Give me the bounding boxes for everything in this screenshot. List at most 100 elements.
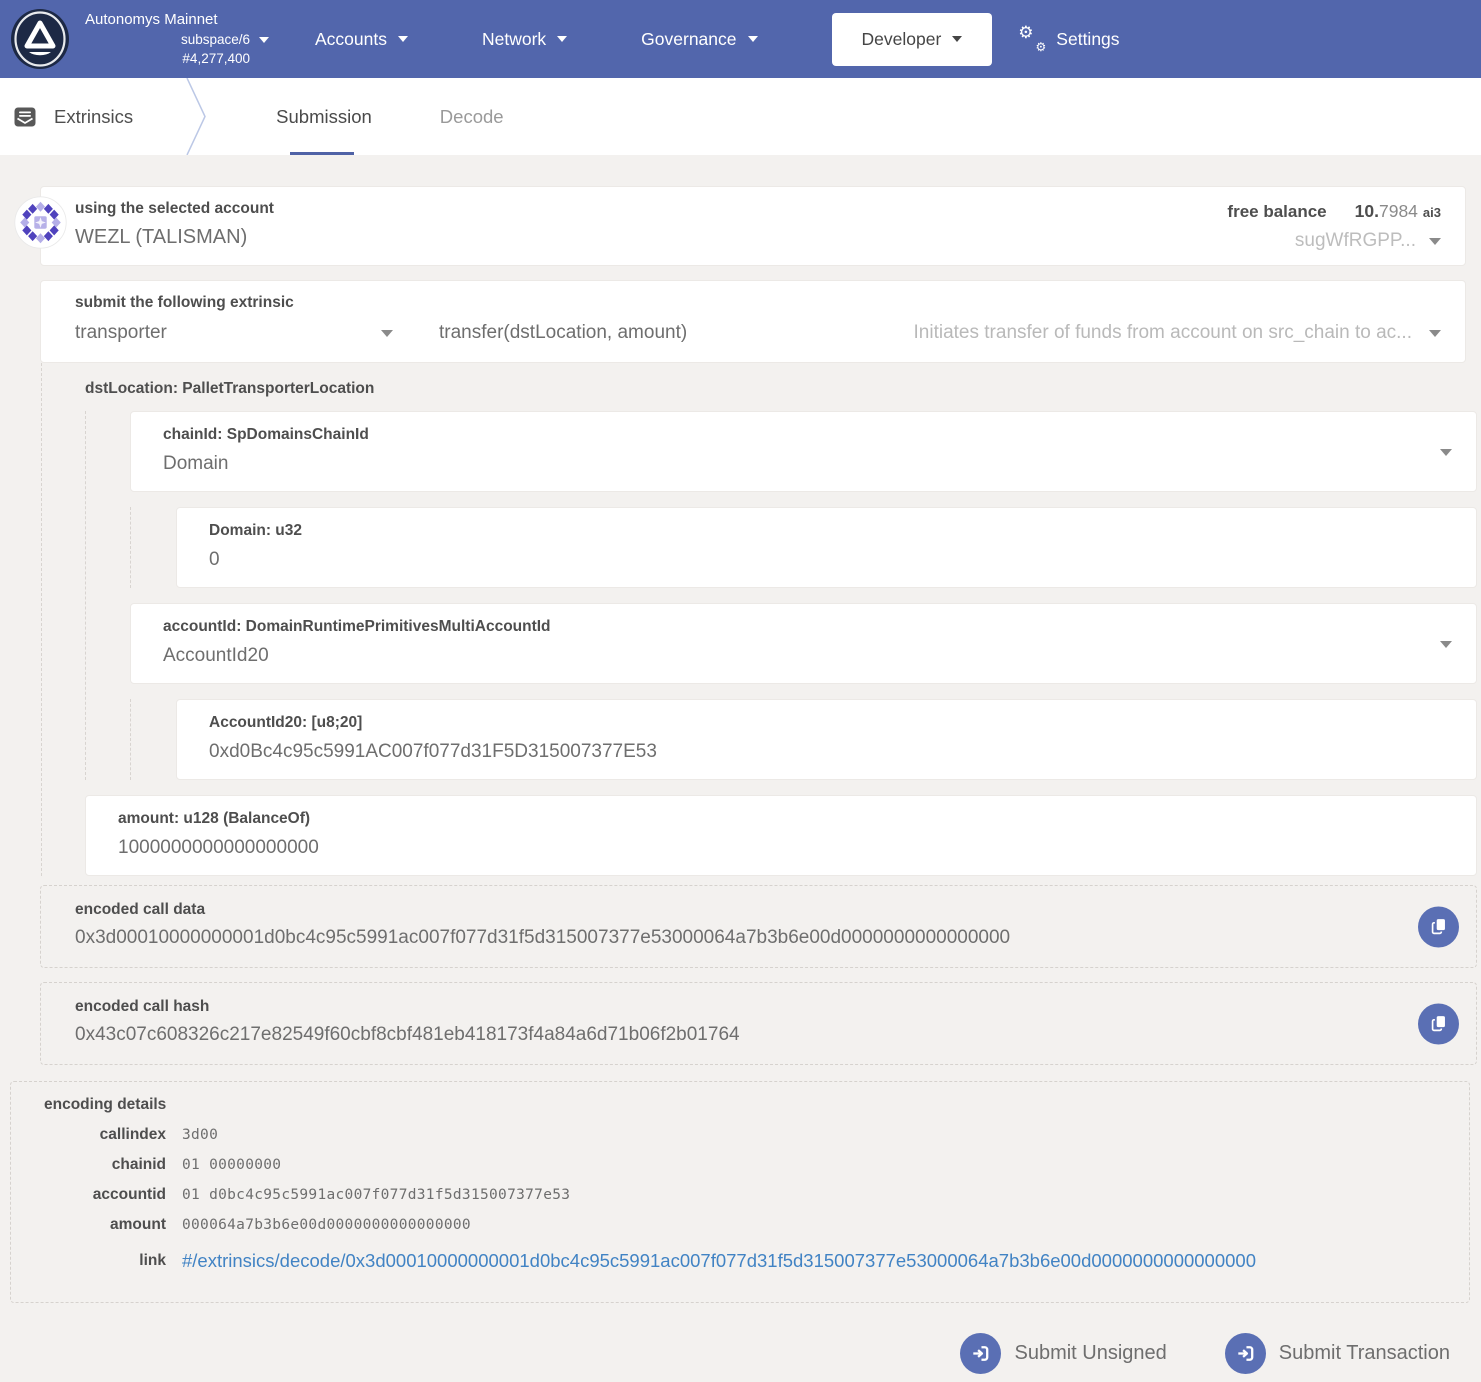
autonomys-logo-icon[interactable] (10, 8, 70, 70)
tab-submission-label: Submission (276, 106, 372, 128)
encoding-key: amount (21, 1216, 166, 1234)
param-domain-label: Domain: u32 (209, 522, 1444, 540)
account-address-short: sugWfRGPP... (1295, 230, 1416, 252)
method-description: Initiates transfer of funds from account… (914, 322, 1412, 344)
section-head: Extrinsics (13, 78, 133, 155)
balance-unit: ai3 (1423, 205, 1441, 220)
params-tree: dstLocation: PalletTransporterLocation c… (41, 363, 1477, 876)
chain-spec-selector[interactable]: subspace/6 (85, 31, 269, 49)
page-tabbar: Extrinsics Submission Decode (0, 78, 1481, 155)
submit-unsigned-button[interactable]: Submit Unsigned (960, 1333, 1166, 1374)
encoded-call-data-label: encoded call data (75, 901, 1396, 919)
method-description-select[interactable]: Initiates transfer of funds from account… (914, 322, 1441, 344)
encoding-row-link: link #/extrinsics/decode/0x3d00010000000… (21, 1250, 1449, 1272)
tab-decode[interactable]: Decode (437, 78, 507, 155)
encoded-call-data-value: 0x3d00010000000001d0bc4c95c5991ac007f077… (75, 927, 1396, 949)
network-title-block: Autonomys Mainnet subspace/6 #4,277,400 (85, 11, 269, 68)
sign-in-icon (960, 1333, 1001, 1374)
nav-network-label: Network (482, 29, 546, 50)
chevron-down-icon (1429, 330, 1441, 337)
nav-settings[interactable]: ⚙⚙ Settings (1018, 26, 1119, 52)
nav-governance[interactable]: Governance (641, 29, 757, 50)
param-amount-input[interactable]: amount: u128 (BalanceOf) 100000000000000… (85, 795, 1477, 876)
method-select[interactable]: transfer(dstLocation, amount) (439, 322, 687, 344)
encoding-details-label: encoding details (44, 1094, 1449, 1114)
param-chainid-label: chainId: SpDomainsChainId (163, 426, 1444, 444)
param-domain-value[interactable]: 0 (209, 549, 1444, 571)
decode-link[interactable]: #/extrinsics/decode/0x3d00010000000001d0… (182, 1250, 1256, 1272)
extrinsic-select-card: submit the following extrinsic transport… (40, 280, 1466, 363)
balance-fraction: 7984 (1379, 201, 1418, 222)
nav-accounts-label: Accounts (315, 29, 387, 50)
breadcrumb-chevron-icon (185, 78, 209, 155)
main-nav: Accounts Network Governance Developer ⚙⚙… (315, 13, 1120, 66)
network-name: Autonomys Mainnet (85, 11, 269, 29)
copy-icon (1428, 1013, 1450, 1035)
param-accountid-select[interactable]: accountId: DomainRuntimePrimitivesMultiA… (130, 603, 1477, 684)
encoding-row-callindex: callindex 3d00 (21, 1126, 1449, 1144)
nav-developer[interactable]: Developer (832, 13, 993, 66)
gear-icon: ⚙⚙ (1018, 26, 1046, 52)
copy-call-data-button[interactable] (1418, 906, 1459, 947)
account-identicon (14, 196, 67, 249)
param-domain-input[interactable]: Domain: u32 0 (176, 507, 1477, 588)
params-dstlocation-children: chainId: SpDomainsChainId Domain Domain:… (85, 411, 1477, 780)
chevron-down-icon (1440, 449, 1452, 456)
account-address-toggle[interactable]: sugWfRGPP... (1227, 230, 1441, 252)
param-accountid-value[interactable]: AccountId20 (163, 645, 1444, 667)
copy-call-hash-button[interactable] (1418, 1003, 1459, 1044)
main-content: using the selected account WEZL (TALISMA… (0, 155, 1481, 1374)
encoded-call-hash-box: encoded call hash 0x43c07c608326c217e825… (40, 982, 1477, 1065)
encoded-call-hash-value: 0x43c07c608326c217e82549f60cbf8cbf481eb4… (75, 1024, 1396, 1046)
params-accountid-children: AccountId20: [u8;20] 0xd0Bc4c95c5991AC00… (130, 699, 1477, 780)
encoded-call-data-box: encoded call data 0x3d00010000000001d0bc… (40, 885, 1477, 968)
nav-network[interactable]: Network (482, 29, 567, 50)
nav-accounts[interactable]: Accounts (315, 29, 408, 50)
encoding-key: callindex (21, 1126, 166, 1144)
best-block-number: #4,277,400 (85, 50, 269, 68)
sign-in-icon (1225, 1333, 1266, 1374)
pallet-select[interactable]: transporter (75, 322, 393, 344)
tabs: Submission Decode (273, 78, 568, 155)
page-title: Extrinsics (54, 106, 133, 128)
extrinsics-inbox-icon (13, 105, 37, 129)
param-chainid-select[interactable]: chainId: SpDomainsChainId Domain (130, 411, 1477, 492)
submit-transaction-button[interactable]: Submit Transaction (1225, 1333, 1450, 1374)
tab-submission[interactable]: Submission (273, 78, 375, 155)
account-selector[interactable]: using the selected account WEZL (TALISMA… (40, 186, 1466, 266)
chevron-down-icon (1429, 238, 1441, 245)
submit-actions: Submit Unsigned Submit Transaction (0, 1333, 1450, 1374)
param-accountid20-input[interactable]: AccountId20: [u8;20] 0xd0Bc4c95c5991AC00… (176, 699, 1477, 780)
encoding-row-chainid: chainid 01 00000000 (21, 1156, 1449, 1174)
param-amount-value[interactable]: 1000000000000000000 (118, 837, 1444, 859)
param-amount-label: amount: u128 (BalanceOf) (118, 810, 1444, 828)
chevron-down-icon (557, 36, 567, 42)
param-accountid-label: accountId: DomainRuntimePrimitivesMultiA… (163, 618, 1444, 636)
param-dstlocation-label: dstLocation: PalletTransporterLocation (85, 378, 1477, 411)
free-balance-label: free balance (1227, 202, 1326, 222)
param-accountid20-value[interactable]: 0xd0Bc4c95c5991AC007f077d31F5D315007377E… (209, 741, 1444, 763)
encoding-link-label: link (21, 1252, 166, 1270)
encoding-details-box: encoding details callindex 3d00 chainid … (10, 1081, 1470, 1303)
pallet-select-value: transporter (75, 322, 167, 344)
submit-transaction-label: Submit Transaction (1279, 1342, 1450, 1365)
encoding-row-amount: amount 000064a7b3b6e00d0000000000000000 (21, 1216, 1449, 1234)
nav-settings-label: Settings (1056, 29, 1119, 50)
copy-icon (1428, 916, 1450, 938)
chain-spec-label: subspace/6 (181, 31, 250, 49)
chevron-down-icon (259, 37, 269, 43)
account-balance-block: free balance 10. 7984 ai3 sugWfRGPP... (1227, 201, 1441, 252)
param-chainid-value[interactable]: Domain (163, 453, 1444, 475)
chevron-down-icon (398, 36, 408, 42)
nav-developer-label: Developer (862, 29, 942, 50)
balance-integer: 10. (1355, 201, 1379, 222)
chevron-down-icon (748, 36, 758, 42)
nav-governance-label: Governance (641, 29, 736, 50)
app-header: Autonomys Mainnet subspace/6 #4,277,400 … (0, 0, 1481, 78)
encoded-call-hash-label: encoded call hash (75, 998, 1396, 1016)
extrinsic-select-label: submit the following extrinsic (75, 294, 1441, 312)
chevron-down-icon (381, 330, 393, 337)
encoding-value: 01 d0bc4c95c5991ac007f077d31f5d315007377… (182, 1187, 570, 1203)
chevron-down-icon (1440, 641, 1452, 648)
tab-decode-label: Decode (440, 106, 504, 128)
